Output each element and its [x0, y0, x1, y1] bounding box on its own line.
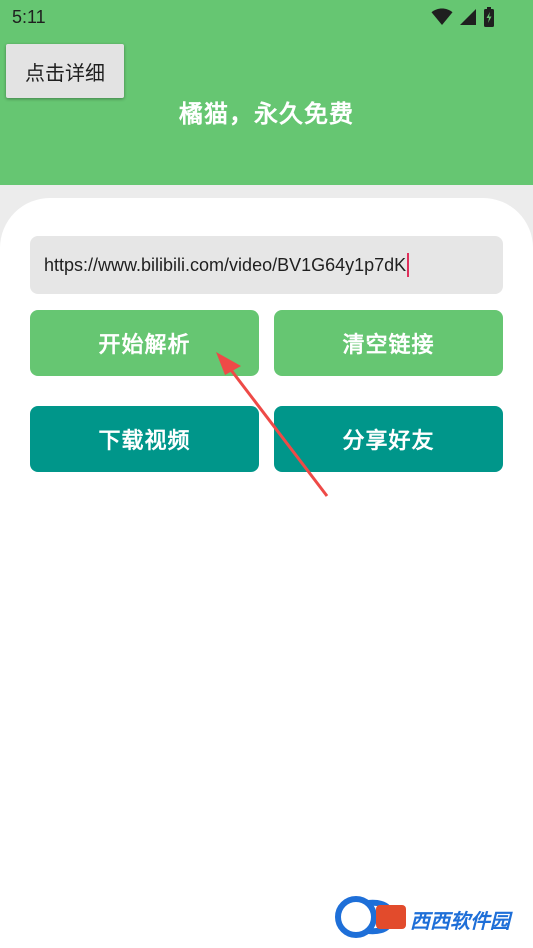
status-time: 5:11: [12, 7, 46, 27]
start-parse-button[interactable]: 开始解析: [30, 310, 259, 376]
status-bar: 5:11: [0, 0, 533, 36]
url-input-value: https://www.bilibili.com/video/BV1G64y1p…: [44, 254, 407, 275]
clear-link-button[interactable]: 清空链接: [274, 310, 503, 376]
details-button[interactable]: 点击详细: [6, 44, 124, 98]
share-friends-button[interactable]: 分享好友: [274, 406, 503, 472]
text-caret: [407, 253, 410, 277]
header-bar: 5:11 点击详细 橘猫，永久免费: [0, 0, 533, 185]
url-input[interactable]: https://www.bilibili.com/video/BV1G64y1p…: [30, 236, 503, 294]
watermark-text: 西西软件园: [410, 909, 510, 933]
watermark-logo: 西西软件园: [332, 893, 516, 941]
status-icons: [431, 7, 495, 27]
cell-signal-icon: [459, 8, 477, 26]
download-video-button[interactable]: 下载视频: [30, 406, 259, 472]
page-title: 橘猫，永久免费: [179, 100, 354, 128]
wifi-icon: [431, 8, 453, 26]
battery-icon: [483, 7, 495, 27]
